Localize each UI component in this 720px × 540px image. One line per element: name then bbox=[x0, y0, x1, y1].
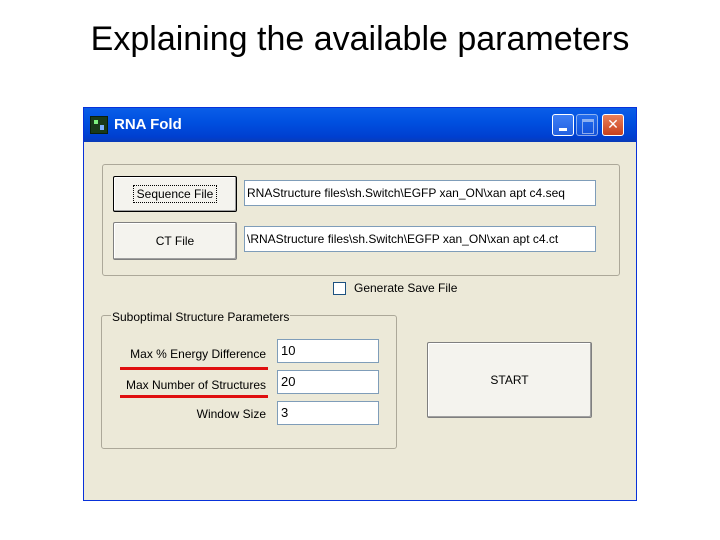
window-titlebar[interactable]: RNA Fold ✕ bbox=[84, 108, 636, 142]
generate-save-file-label: Generate Save File bbox=[354, 281, 458, 295]
close-button[interactable]: ✕ bbox=[602, 114, 624, 136]
max-energy-difference-input[interactable]: 10 bbox=[277, 339, 379, 363]
window-title: RNA Fold bbox=[114, 116, 182, 133]
minimize-button[interactable] bbox=[552, 114, 574, 136]
sequence-file-button[interactable]: Sequence File bbox=[113, 176, 237, 212]
app-icon bbox=[90, 116, 108, 134]
max-number-structures-input[interactable]: 20 bbox=[277, 370, 379, 394]
slide-title: Explaining the available parameters bbox=[90, 20, 630, 58]
generate-save-file-checkbox[interactable] bbox=[333, 282, 346, 295]
rna-fold-window: RNA Fold ✕ Sequence File RNAStructure fi… bbox=[83, 107, 637, 501]
suboptimal-parameters-legend: Suboptimal Structure Parameters bbox=[111, 310, 291, 324]
start-button[interactable]: START bbox=[427, 342, 592, 418]
max-number-structures-label: Max Number of Structures bbox=[125, 378, 266, 392]
maximize-button[interactable] bbox=[576, 114, 598, 136]
sequence-file-button-label: Sequence File bbox=[132, 185, 218, 203]
red-underline-energy-annotation bbox=[120, 367, 268, 370]
red-underline-structures-annotation bbox=[120, 395, 268, 398]
max-energy-difference-label: Max % Energy Difference bbox=[130, 347, 266, 361]
window-size-label: Window Size bbox=[196, 407, 266, 421]
window-size-input[interactable]: 3 bbox=[277, 401, 379, 425]
sequence-file-path-field[interactable]: RNAStructure files\sh.Switch\EGFP xan_ON… bbox=[244, 180, 596, 206]
ct-file-path-field[interactable]: \RNAStructure files\sh.Switch\EGFP xan_O… bbox=[244, 226, 596, 252]
ct-file-button[interactable]: CT File bbox=[113, 222, 237, 260]
